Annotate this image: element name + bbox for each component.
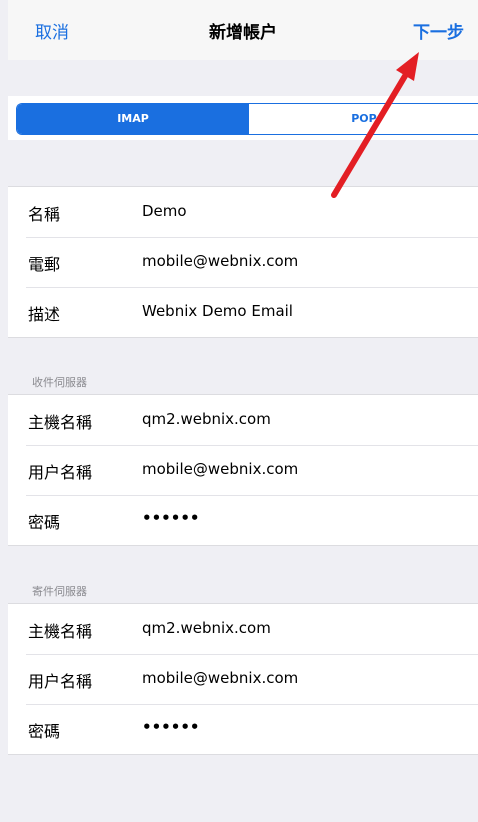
annotation-arrow-icon bbox=[331, 52, 419, 198]
